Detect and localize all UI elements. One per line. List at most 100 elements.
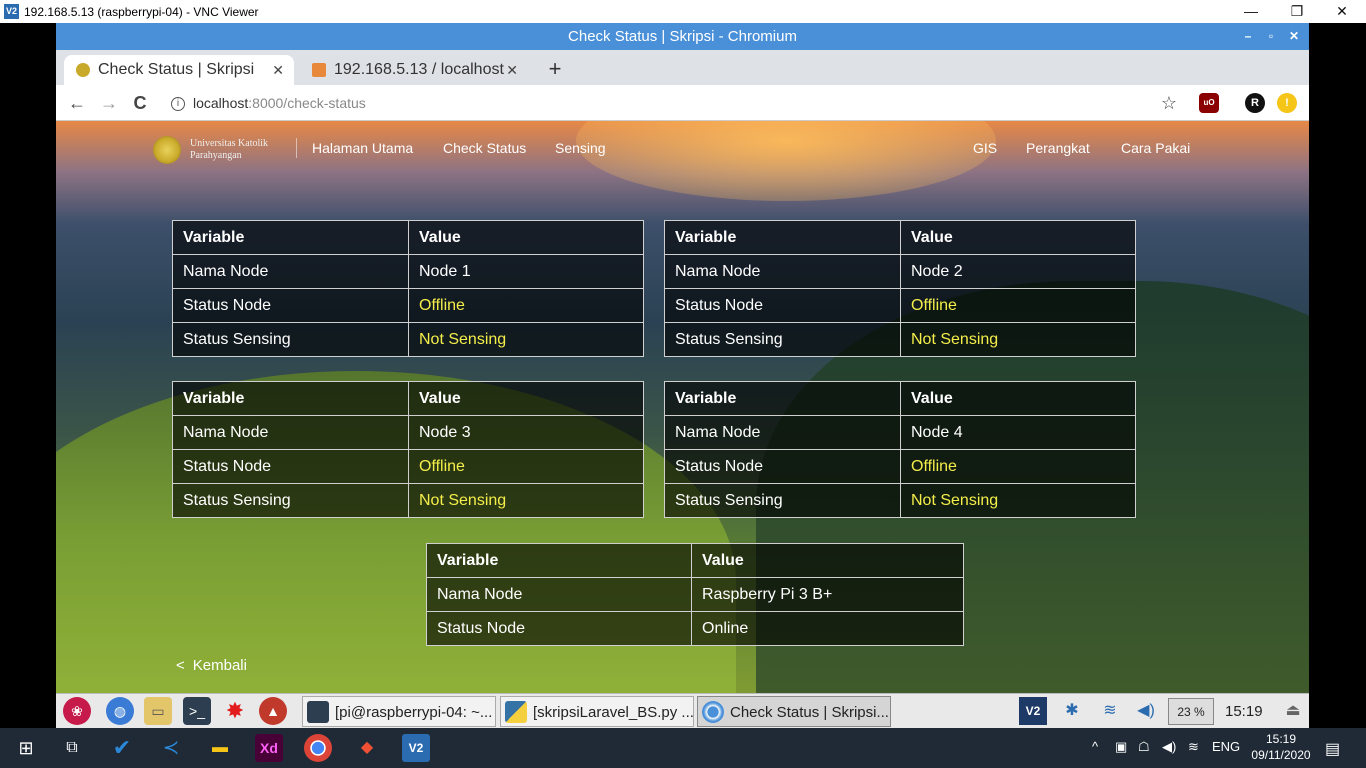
todo-check-icon[interactable]: ✔: [108, 734, 136, 762]
task-python-script[interactable]: [skripsiLaravel_BS.py ...: [500, 696, 694, 727]
nav-halaman-utama[interactable]: Halaman Utama: [312, 140, 413, 156]
tray-network-icon[interactable]: ☖: [1138, 739, 1150, 755]
windows-taskbar: ⊞ ⧉ ✔ ≺ ▬ Xd ◆ V2 ^ ▣ ☖ ◀) ≋ ENG 15:19 0…: [0, 728, 1366, 768]
table-row: Status Node Offline: [664, 449, 1136, 484]
table-row: Nama Node Raspberry Pi 3 B+: [426, 577, 964, 612]
task-label: [skripsiLaravel_BS.py ...: [533, 704, 694, 721]
logo-text-line2: Parahyangan: [190, 150, 242, 161]
table-header-value: Value: [900, 381, 1136, 416]
chromium-title-bar: Check Status | Skripsi - Chromium – ▫ ✕: [56, 23, 1309, 50]
table-row: Nama Node Node 3: [172, 415, 644, 450]
table-header-value: Value: [691, 543, 964, 578]
tray-device-icon[interactable]: ▣: [1115, 739, 1127, 755]
file-explorer-icon[interactable]: ▬: [206, 734, 234, 762]
chromium-maximize-button[interactable]: ▫: [1260, 23, 1282, 50]
back-link[interactable]: < Kembali: [176, 657, 247, 674]
cell-variable: Status Node: [664, 288, 901, 323]
extension-r-icon[interactable]: R: [1245, 93, 1265, 113]
cell-status: Not Sensing: [900, 322, 1136, 357]
site-navbar: Universitas Katolik Parahyangan Halaman …: [56, 121, 1309, 177]
reload-icon[interactable]: C: [128, 91, 152, 115]
nav-perangkat[interactable]: Perangkat: [1026, 140, 1090, 156]
table-row: Status Sensing Not Sensing: [664, 322, 1136, 357]
notification-icon[interactable]: ▤: [1325, 739, 1340, 759]
forward-arrow-icon[interactable]: →: [97, 91, 121, 115]
windows-clock[interactable]: 15:19 09/11/2020: [1246, 731, 1316, 763]
vnc-window-title: 192.168.5.13 (raspberrypi-04) - VNC View…: [24, 5, 259, 19]
file-manager-icon[interactable]: ▭: [144, 697, 172, 725]
vnc-logo-icon: V2: [4, 4, 19, 19]
logo-text-line1: Universitas Katolik: [190, 138, 269, 149]
chromium-minimize-button[interactable]: –: [1237, 23, 1259, 50]
logo-text[interactable]: Universitas Katolik Parahyangan: [190, 138, 268, 162]
task-label: [pi@raspberrypi-04: ~...: [335, 704, 493, 721]
mathematica-icon[interactable]: ✸: [221, 697, 249, 725]
wifi-icon[interactable]: ≋: [1096, 697, 1124, 725]
ublock-origin-icon[interactable]: uO: [1199, 93, 1219, 113]
volume-icon[interactable]: ◀): [1132, 697, 1160, 725]
back-arrow-icon[interactable]: ←: [65, 91, 89, 115]
chromium-close-button[interactable]: ✕: [1283, 23, 1305, 50]
new-tab-button[interactable]: +: [544, 55, 566, 85]
tab-strip: Check Status | Skripsi ✕ 192.168.5.13 / …: [56, 50, 1309, 85]
tray-language[interactable]: ENG: [1212, 739, 1240, 754]
cell-variable: Nama Node: [172, 254, 409, 289]
pi-clock[interactable]: 15:19: [1225, 694, 1263, 729]
cell-value: Node 1: [408, 254, 644, 289]
nav-check-status[interactable]: Check Status: [443, 140, 526, 156]
git-icon[interactable]: ◆: [353, 734, 381, 762]
cell-value: Node 2: [900, 254, 1136, 289]
eject-icon[interactable]: ⏏: [1282, 698, 1304, 724]
nav-sensing[interactable]: Sensing: [555, 140, 606, 156]
tab-close-icon[interactable]: ✕: [272, 55, 284, 85]
cell-variable: Status Sensing: [172, 483, 409, 518]
phpmyadmin-favicon-icon: [312, 63, 326, 77]
table-row: Status Node Offline: [172, 449, 644, 484]
vnc-status-icon[interactable]: V2: [1019, 697, 1047, 725]
chrome-icon[interactable]: [304, 734, 332, 762]
windows-start-icon[interactable]: ⊞: [12, 734, 40, 762]
table-header-variable: Variable: [426, 543, 692, 578]
bluetooth-icon[interactable]: ✱: [1058, 697, 1086, 725]
terminal-icon[interactable]: >_: [183, 697, 211, 725]
task-chromium[interactable]: Check Status | Skripsi...: [697, 696, 891, 727]
table-row: Nama Node Node 1: [172, 254, 644, 289]
task-view-icon[interactable]: ⧉: [58, 734, 86, 762]
cell-value: Online: [691, 611, 964, 646]
tab-check-status[interactable]: Check Status | Skripsi ✕: [64, 55, 294, 85]
vscode-icon[interactable]: ≺: [157, 734, 185, 762]
vnc-maximize-button[interactable]: ❐: [1274, 0, 1320, 23]
site-info-icon[interactable]: i: [171, 97, 185, 112]
extension-yellow-icon[interactable]: !: [1277, 93, 1297, 113]
vnc-close-button[interactable]: ✕: [1319, 0, 1365, 23]
raspberry-menu-icon[interactable]: ❀: [63, 697, 91, 725]
browser-toolbar: ← → C i localhost:8000/check-status ☆ uO …: [56, 85, 1309, 121]
table-header-variable: Variable: [172, 220, 409, 255]
wolfram-icon[interactable]: ▲: [259, 697, 287, 725]
url-path: :8000/check-status: [248, 95, 366, 111]
tab-close-icon[interactable]: ✕: [506, 55, 518, 85]
terminal-icon: [307, 701, 329, 723]
adobe-xd-icon[interactable]: Xd: [255, 734, 283, 762]
table-header-variable: Variable: [172, 381, 409, 416]
tray-wifi-icon[interactable]: ≋: [1188, 739, 1199, 755]
cell-variable: Status Sensing: [664, 322, 901, 357]
web-browser-icon[interactable]: ◍: [106, 697, 134, 725]
task-terminal[interactable]: [pi@raspberrypi-04: ~...: [302, 696, 496, 727]
address-bar[interactable]: i localhost:8000/check-status: [171, 89, 1071, 117]
table-header-variable: Variable: [664, 381, 901, 416]
tray-chevron-up-icon[interactable]: ^: [1092, 739, 1098, 754]
cell-variable: Status Node: [172, 288, 409, 323]
cell-variable: Status Node: [172, 449, 409, 484]
nav-gis[interactable]: GIS: [973, 140, 997, 156]
nav-cara-pakai[interactable]: Cara Pakai: [1121, 140, 1190, 156]
tray-volume-icon[interactable]: ◀): [1162, 739, 1176, 755]
status-table-node-1: Variable Value Nama Node Node 1 Status Nod…: [172, 220, 644, 357]
bookmark-star-icon[interactable]: ☆: [1159, 93, 1179, 113]
windows-time: 15:19: [1265, 732, 1297, 746]
vnc-viewer-taskbar-icon[interactable]: V2: [402, 734, 430, 762]
cpu-usage-meter: 23 %: [1168, 698, 1214, 725]
tab-phpmyadmin[interactable]: 192.168.5.13 / localhost ✕: [300, 55, 528, 85]
unpar-logo-icon[interactable]: [153, 136, 181, 164]
vnc-minimize-button[interactable]: —: [1228, 0, 1274, 23]
